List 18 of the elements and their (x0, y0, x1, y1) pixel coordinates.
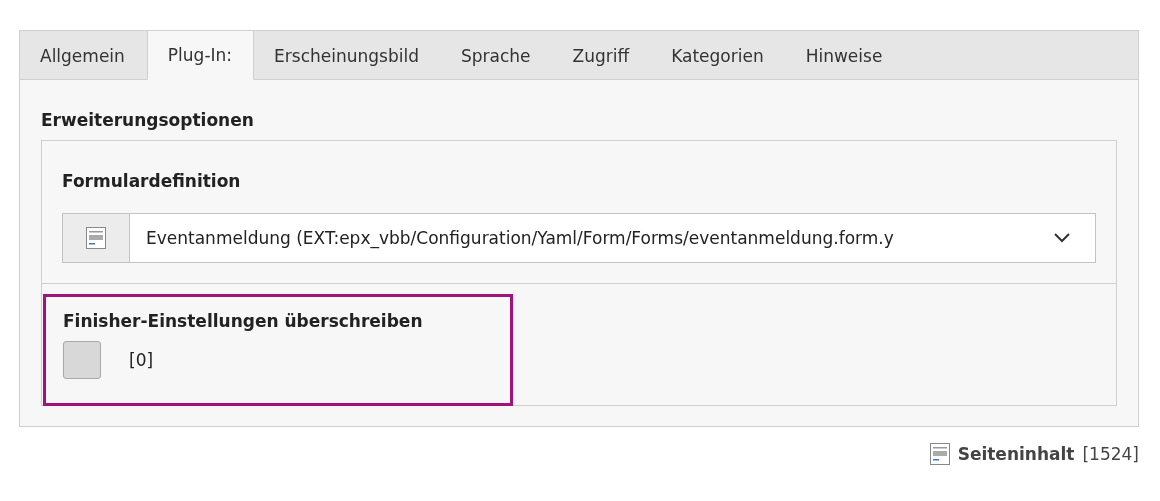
tab[interactable]: Sprache (440, 31, 553, 80)
field-label: Formulardefinition (62, 171, 242, 191)
checkbox-value: [0] (129, 350, 154, 370)
record-id: [1524] (1082, 444, 1139, 464)
field-label: Finisher-Einstellungen überschreiben (63, 311, 424, 331)
tab[interactable]: Zugriff (552, 31, 652, 80)
chevron-down-icon (1053, 232, 1071, 244)
tab[interactable]: Hinweise (785, 31, 905, 80)
content-icon (86, 227, 106, 249)
checkbox[interactable] (63, 341, 101, 379)
select-field[interactable]: Eventanmeldung (EXT:epx_vbb/Configuration/Yaml/Form/Forms/eventanmeldung.form.y (62, 213, 1096, 263)
section-title: Erweiterungsoptionen (41, 110, 255, 130)
tab[interactable]: Erscheinungsbild (254, 31, 441, 80)
tab[interactable]: Allgemein (20, 31, 147, 80)
content-icon (929, 443, 950, 465)
tab[interactable]: Plug-In: (146, 30, 255, 80)
record-type: Seiteninhalt (957, 444, 1075, 464)
tab[interactable]: Kategorien (651, 31, 786, 80)
